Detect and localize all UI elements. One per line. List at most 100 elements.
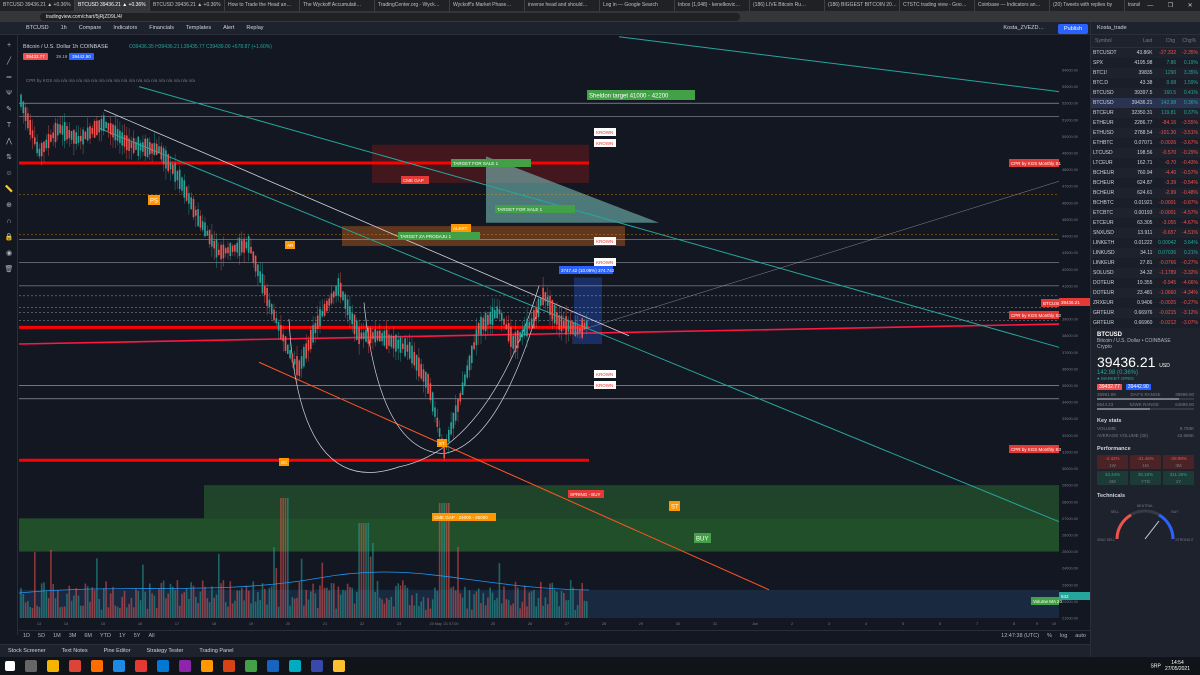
header-button-compare[interactable]: Compare	[73, 25, 108, 31]
ar-label[interactable]: AR	[285, 241, 295, 249]
magnet-icon[interactable]: ∩	[4, 217, 14, 227]
ruler-icon[interactable]: 📏	[4, 185, 14, 195]
krown-label[interactable]: KROWN	[594, 139, 616, 147]
app4-icon[interactable]	[289, 660, 301, 672]
header-button-templates[interactable]: Templates	[180, 25, 217, 31]
krown-label[interactable]: KROWN	[594, 258, 616, 266]
firefox-icon[interactable]	[91, 660, 103, 672]
header-button-replay[interactable]: Replay	[240, 25, 269, 31]
measure-label[interactable]: 3747.42 (10.08%) 374.742	[559, 266, 615, 274]
browser-tab[interactable]: CTSTC trading view - Goo…	[900, 0, 975, 11]
watchlist-row[interactable]: BCHEUR 624.61 -2.99 -0.48%	[1091, 188, 1200, 198]
search-icon[interactable]	[25, 660, 37, 672]
watchlist-row[interactable]: LINKETH 0.01222 0.00042 3.64%	[1091, 238, 1200, 248]
watchlist-row[interactable]: BCHBTC 0.01921 -0.0001 -0.87%	[1091, 198, 1200, 208]
app-icon[interactable]	[179, 660, 191, 672]
input-language[interactable]: SRP	[1151, 663, 1161, 669]
range-button[interactable]: YTD	[96, 633, 115, 639]
watchlist-column-header[interactable]: Symbol	[1095, 38, 1127, 44]
ask-box[interactable]: 39442.90	[1125, 384, 1151, 390]
brush-icon[interactable]: ✎	[4, 105, 14, 115]
watchlist-row[interactable]: BCHEUR 624.87 -3.39 -0.54%	[1091, 178, 1200, 188]
spring-buy-label[interactable]: SPRING - BUY	[568, 490, 604, 498]
watchlist-column-header[interactable]: Chg	[1152, 38, 1175, 44]
header-button-indicators[interactable]: Indicators	[107, 25, 143, 31]
cpr-s2-label[interactable]: CPR by KGS Monthly S2	[1009, 311, 1062, 319]
browser-tab[interactable]: BTCUSD 39436.21 ▲ +0.36%	[75, 0, 150, 11]
watchlist-row[interactable]: SPX 4195.98 7.86 0.19%	[1091, 58, 1200, 68]
watchlist-row[interactable]: SNXUSD 13.911 -0.657 -4.51%	[1091, 228, 1200, 238]
browser-tab[interactable]: (20) Tweets with replies by	[1050, 0, 1125, 11]
illustrator-icon[interactable]	[201, 660, 213, 672]
browser-tab[interactable]: How to Trade the Head an…	[225, 0, 300, 11]
target-for-sale-top[interactable]: TARGET FOR SALE 1	[451, 159, 531, 167]
price-chart[interactable]: 54000.00 53000.00 52000.00 51000.00 50000.00…	[19, 35, 1090, 627]
watchlist-row[interactable]: DOTEUR 19.355 -0.945 -4.66%	[1091, 278, 1200, 288]
symbol-search[interactable]: BTCUSD	[20, 25, 55, 31]
bottom-tab[interactable]: Pine Editor	[96, 648, 139, 654]
bid-box[interactable]: 39432.77	[1097, 384, 1122, 390]
chart-canvas[interactable]: 54000.00 53000.00 52000.00 51000.00 50000.00…	[19, 35, 1090, 627]
bottom-tab[interactable]: Trading Panel	[191, 648, 241, 654]
buy-label[interactable]: BUY	[694, 533, 711, 543]
chrome-icon[interactable]	[69, 660, 81, 672]
volume-ma-label[interactable]: Volume MA 20	[1031, 597, 1063, 605]
scale-option[interactable]: %	[1043, 633, 1056, 639]
bottom-tab[interactable]: Text Notes	[54, 648, 96, 654]
watchlist-row[interactable]: BTCUSD 39397.5 160.5 0.41%	[1091, 88, 1200, 98]
white-ascending-line[interactable]	[578, 181, 1060, 331]
interval-button[interactable]: 1h	[55, 25, 73, 31]
red-descending-line[interactable]	[258, 361, 770, 591]
header-button-alert[interactable]: Alert	[217, 25, 240, 31]
range-button[interactable]: 5Y	[130, 633, 145, 639]
publish-button[interactable]: Publish	[1058, 24, 1088, 34]
scale-option[interactable]: log	[1056, 633, 1071, 639]
watchlist-row[interactable]: ZRXEUR 0.9406 -0.0025 -0.27%	[1091, 298, 1200, 308]
krown-label[interactable]: KROWN	[594, 381, 616, 389]
watchlist-row[interactable]: ETCBTC 0.00193 -0.0001 -4.57%	[1091, 208, 1200, 218]
cme-gap-top-label[interactable]: CME GAP	[401, 176, 429, 184]
range-button[interactable]: 1Y	[115, 633, 130, 639]
browser-tab[interactable]: (186) BIGGEST BITCOIN 20…	[825, 0, 900, 11]
cpr-s1-label[interactable]: CPR by KGS Monthly S1	[1009, 159, 1062, 167]
watchlist-row[interactable]: GRTEUR 0.66976 -0.0215 -3.12%	[1091, 308, 1200, 318]
browser-tab[interactable]: Coinbase — Indicators an…	[975, 0, 1050, 11]
alert-label[interactable]: ALERT	[451, 224, 471, 232]
app6-icon[interactable]	[333, 660, 345, 672]
watchlist-row[interactable]: LINKUSD 34.11 0.07036 0.21%	[1091, 248, 1200, 258]
watchlist-row[interactable]: BTCUSD 39436.21 142.98 0.36%	[1091, 98, 1200, 108]
range-button[interactable]: 6M	[80, 633, 96, 639]
target-za-prodaju-label[interactable]: TARGET ZA PRODAJU 1	[398, 232, 480, 240]
telegram-icon[interactable]	[113, 660, 125, 672]
browser-tab[interactable]: BTCUSD 39436.21 ▲ +0.36%	[150, 0, 225, 11]
browser-tab[interactable]: Log in — Google Search	[600, 0, 675, 11]
krown-label[interactable]: KROWN	[594, 370, 616, 378]
browser-tab[interactable]: inverse head and should…	[525, 0, 600, 11]
text-icon[interactable]: T	[4, 121, 14, 131]
system-tray[interactable]: SRP 14:54 27/05/2021	[1151, 660, 1200, 672]
range-button[interactable]: 1D	[19, 633, 34, 639]
watchlist-column-header[interactable]: Chg%	[1175, 38, 1196, 44]
price-scale[interactable]	[1059, 35, 1090, 627]
icons-tool-icon[interactable]: ☺	[4, 169, 14, 179]
watchlist-row[interactable]: ETHEUR 2286.77 -84.16 -3.55%	[1091, 118, 1200, 128]
scale-option[interactable]: auto	[1071, 633, 1090, 639]
watchlist-row[interactable]: BCHEUR 760.94 -4.40 -0.57%	[1091, 168, 1200, 178]
eye-icon[interactable]: ◉	[4, 249, 14, 259]
volume-value-tag[interactable]: 842	[1059, 592, 1090, 600]
brave-icon[interactable]	[223, 660, 235, 672]
ps-label[interactable]: PS	[148, 195, 160, 205]
browser-tab[interactable]: Inbox (1,048) - kenelkovic…	[675, 0, 750, 11]
watchlist-row[interactable]: LINKEUR 27.81 -0.0766 -0.27%	[1091, 258, 1200, 268]
cme-gap-bottom-label[interactable]: CME GAP - 24000 - 26000	[432, 513, 496, 521]
maximize-icon[interactable]: ❐	[1168, 2, 1173, 9]
app5-icon[interactable]	[311, 660, 323, 672]
zoom-icon[interactable]: ⊕	[4, 201, 14, 211]
krown-label[interactable]: KROWN	[594, 128, 616, 136]
trendline-icon[interactable]: ╱	[4, 57, 14, 67]
browser-tab[interactable]: TradingCenter.org - Wyck…	[375, 0, 450, 11]
prediction-icon[interactable]: ⇅	[4, 153, 14, 163]
watchlist-row[interactable]: ETHUSD 2788.54 -101.30 -3.51%	[1091, 128, 1200, 138]
watchlist-row[interactable]: LTCEUR 162.71 -0.70 -0.43%	[1091, 158, 1200, 168]
buy-price-box[interactable]: 39442.90	[69, 53, 94, 60]
